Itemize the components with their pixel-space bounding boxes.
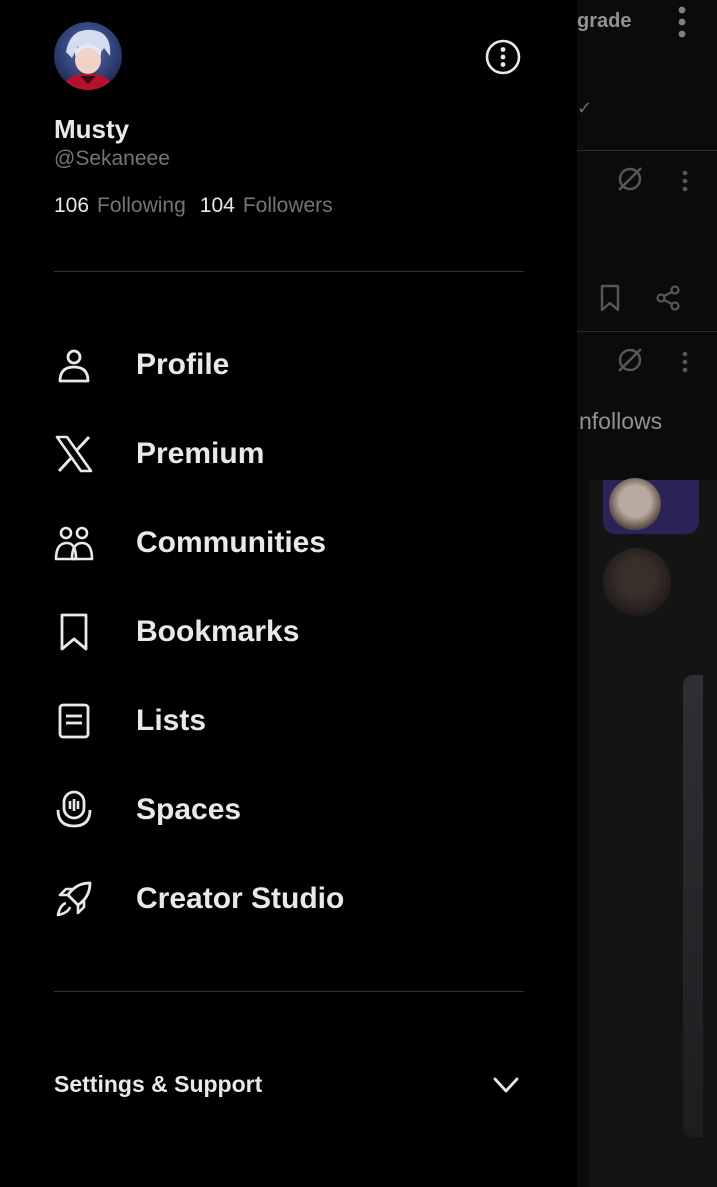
rocket-icon xyxy=(54,879,94,919)
menu-item-spaces[interactable]: Spaces xyxy=(54,780,524,840)
drawer-divider xyxy=(54,271,524,272)
menu-label-spaces: Spaces xyxy=(136,793,242,826)
background-divider xyxy=(577,150,717,151)
menu-item-lists[interactable]: Lists xyxy=(54,691,524,751)
x-logo-icon xyxy=(54,434,94,474)
profile-avatar[interactable] xyxy=(54,22,122,90)
background-avatar xyxy=(609,478,661,530)
bookmark-icon xyxy=(600,284,620,312)
menu-item-premium[interactable]: Premium xyxy=(54,424,524,484)
check-icon: ✓ xyxy=(577,98,593,118)
unfollows-text-fragment: nfollows xyxy=(579,408,663,434)
menu-label-communities: Communities xyxy=(136,526,327,559)
upgrade-text-fragment: grade xyxy=(577,10,632,32)
app-screen: grade ✓ nfollows Musty @Sekaneee 106 Fol… xyxy=(0,0,717,1187)
share-icon xyxy=(656,285,680,311)
background-post-card[interactable] xyxy=(589,478,717,1187)
person-icon xyxy=(54,345,94,385)
menu-label-profile: Profile xyxy=(136,348,230,381)
menu-label-premium: Premium xyxy=(136,437,265,470)
followers-link[interactable]: 104 Followers xyxy=(200,194,333,218)
menu-label-creator-studio: Creator Studio xyxy=(136,882,345,915)
bookmark-icon xyxy=(54,612,94,652)
followers-label: Followers xyxy=(242,194,333,217)
navigation-drawer: Musty @Sekaneee 106 Following 104 Follow… xyxy=(0,0,577,1187)
display-name[interactable]: Musty xyxy=(54,114,129,145)
more-options-icon[interactable] xyxy=(485,39,521,75)
communities-icon xyxy=(54,523,94,563)
more-vertical-icon xyxy=(678,6,686,38)
following-label: Following xyxy=(97,194,186,217)
spaces-icon xyxy=(54,790,94,830)
more-vertical-icon xyxy=(682,351,688,373)
avatar-image xyxy=(54,22,122,90)
menu-label-lists: Lists xyxy=(136,704,207,737)
background-timeline[interactable]: grade ✓ nfollows xyxy=(577,0,717,1187)
following-link[interactable]: 106 Following xyxy=(54,194,186,218)
menu-label-bookmarks: Bookmarks xyxy=(136,615,300,648)
menu-item-bookmarks[interactable]: Bookmarks xyxy=(54,602,524,662)
settings-and-support-toggle[interactable]: Settings & Support xyxy=(54,1064,524,1104)
following-count: 106 xyxy=(54,194,90,217)
user-handle: @Sekaneee xyxy=(54,147,170,170)
not-interested-icon xyxy=(618,167,642,191)
more-vertical-icon xyxy=(682,170,688,192)
menu-item-profile[interactable]: Profile xyxy=(54,335,524,395)
background-media-strip xyxy=(683,675,703,1137)
settings-and-support-label: Settings & Support xyxy=(54,1070,263,1097)
menu-item-creator-studio[interactable]: Creator Studio xyxy=(54,869,524,929)
chevron-down-icon xyxy=(493,1077,519,1093)
followers-count: 104 xyxy=(199,194,235,217)
drawer-divider xyxy=(54,991,524,992)
list-icon xyxy=(54,701,94,741)
background-avatar xyxy=(603,548,671,616)
follow-stats: 106 Following 104 Followers xyxy=(54,194,333,218)
background-divider xyxy=(577,331,717,332)
not-interested-icon xyxy=(618,348,642,372)
menu-item-communities[interactable]: Communities xyxy=(54,513,524,573)
